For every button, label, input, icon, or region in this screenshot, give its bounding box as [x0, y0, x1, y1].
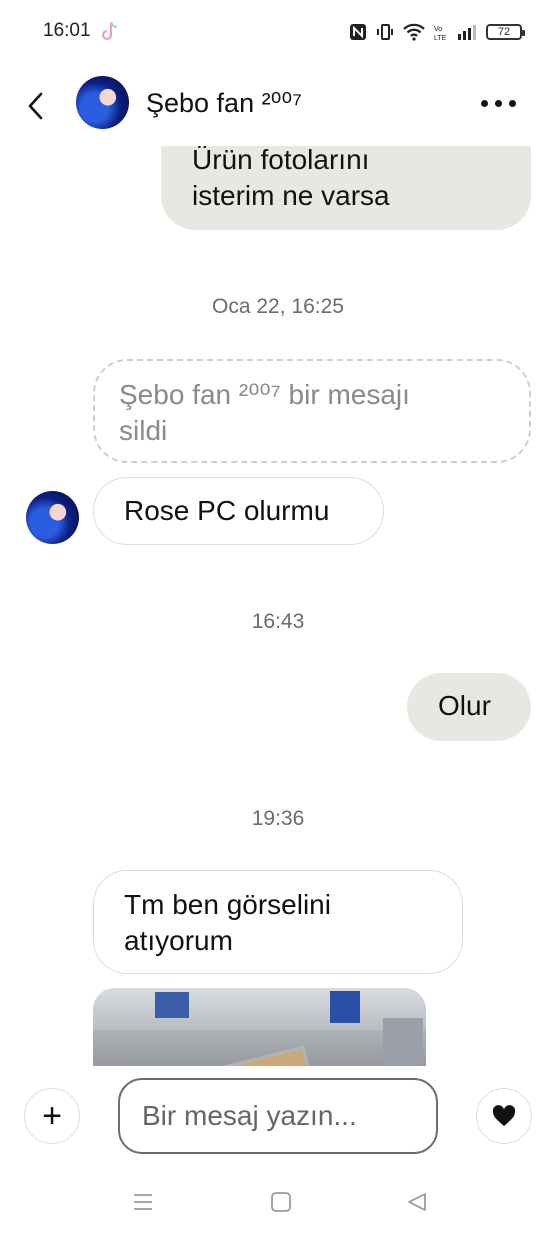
message-text: Ürün fotolarını — [192, 146, 370, 175]
home-icon[interactable] — [269, 1190, 293, 1214]
timestamp: 16:43 — [251, 610, 305, 633]
message-composer: + — [0, 1066, 556, 1176]
nfc-icon — [350, 24, 366, 40]
contact-name[interactable]: Şebo fan ²⁰⁰⁷ — [146, 88, 302, 119]
timestamp: 19:36 — [251, 807, 305, 830]
status-bar: 16:01 Vo LTE 72 — [0, 0, 556, 64]
timestamp: Oca 22, 16:25 — [212, 295, 344, 318]
wifi-icon — [403, 23, 425, 41]
avatar[interactable] — [26, 491, 79, 544]
status-time: 16:01 — [43, 20, 91, 41]
vibrate-icon — [377, 24, 393, 40]
message-text: Şebo fan ²⁰⁰⁷ bir mesajı — [119, 379, 410, 410]
message-text: isterim ne varsa — [192, 180, 390, 211]
back-triangle-icon[interactable] — [405, 1190, 429, 1214]
message-incoming[interactable]: Tm ben görselini atıyorum — [93, 870, 463, 974]
volte-icon: Vo LTE — [434, 26, 447, 41]
message-photo[interactable] — [93, 988, 426, 1066]
signal-icon — [458, 25, 476, 40]
message-deleted: Şebo fan ²⁰⁰⁷ bir mesajı sildi — [93, 359, 531, 463]
tiktok-icon — [101, 21, 118, 41]
more-horizontal-icon[interactable] — [481, 100, 516, 107]
status-icons: Vo LTE 72 — [349, 20, 525, 44]
svg-text:Vo: Vo — [434, 26, 442, 33]
message-text: atıyorum — [124, 925, 233, 956]
chat-header: Şebo fan ²⁰⁰⁷ — [0, 64, 556, 146]
message-input[interactable] — [118, 1078, 438, 1154]
message-outgoing[interactable]: Ürün fotolarını isterim ne varsa — [161, 146, 531, 230]
plus-icon[interactable]: + — [24, 1088, 80, 1144]
message-incoming[interactable]: Rose PC olurmu — [93, 477, 384, 545]
message-text: sildi — [119, 415, 168, 446]
message-list[interactable]: Ürün fotolarını isterim ne varsa Oca 22,… — [0, 146, 556, 1066]
avatar[interactable] — [76, 76, 129, 129]
message-text: Olur — [438, 690, 491, 721]
system-nav-bar — [0, 1176, 556, 1235]
menu-icon[interactable] — [131, 1190, 155, 1214]
message-outgoing[interactable]: Olur — [407, 673, 531, 741]
svg-text:LTE: LTE — [434, 35, 447, 41]
message-text: Tm ben görselini — [124, 889, 331, 920]
heart-icon[interactable] — [476, 1088, 532, 1144]
battery-icon: 72 — [486, 24, 525, 40]
message-text: Rose PC olurmu — [124, 495, 330, 526]
chevron-left-icon[interactable] — [22, 90, 50, 122]
